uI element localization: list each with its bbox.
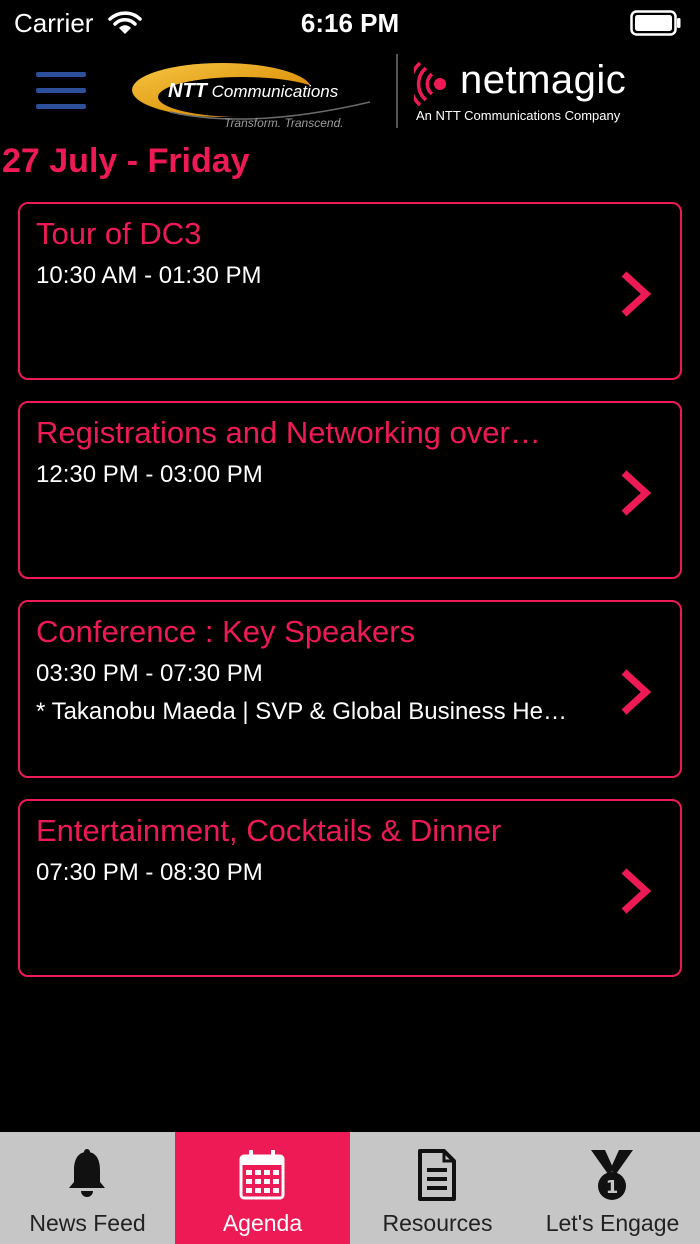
agenda-list: Tour of DC3 10:30 AM - 01:30 PM Registra…	[18, 202, 682, 998]
tab-label: News Feed	[29, 1210, 146, 1236]
netmagic-word: netmagic	[460, 58, 627, 102]
agenda-card-conference[interactable]: Conference : Key Speakers 03:30 PM - 07:…	[18, 600, 682, 778]
logo-divider	[396, 54, 398, 128]
agenda-time: 10:30 AM - 01:30 PM	[36, 262, 262, 289]
agenda-time: 03:30 PM - 07:30 PM	[36, 660, 263, 687]
bell-icon	[69, 1149, 105, 1197]
agenda-description: * Takanobu Maeda | SVP & Global Business…	[36, 698, 567, 725]
battery-icon	[630, 10, 681, 36]
document-icon	[418, 1149, 456, 1201]
chevron-right-icon	[621, 470, 652, 516]
agenda-card-registrations[interactable]: Registrations and Networking over… 12:30…	[18, 401, 682, 579]
svg-text:1: 1	[606, 1177, 619, 1198]
ntt-tagline: Transform. Transcend.	[224, 116, 344, 130]
netmagic-subtitle: An NTT Communications Company	[416, 108, 621, 123]
agenda-time: 07:30 PM - 08:30 PM	[36, 859, 263, 886]
tab-label: Let's Engage	[545, 1210, 680, 1236]
chevron-right-icon	[621, 868, 652, 914]
tab-agenda[interactable]: Agenda	[175, 1132, 350, 1244]
bottom-tab-bar: News Feed Agenda Resources 1 Let's Engag…	[0, 1132, 700, 1244]
agenda-screen: Carrier 6:16 PM NTT Communications Trans…	[0, 0, 700, 1244]
date-heading: 27 July - Friday	[2, 142, 250, 180]
netmagic-signal-icon	[414, 61, 446, 106]
tab-news-feed[interactable]: News Feed	[0, 1132, 175, 1244]
tab-lets-engage[interactable]: 1 Let's Engage	[525, 1132, 700, 1244]
medal-icon: 1	[591, 1150, 633, 1200]
tab-resources[interactable]: Resources	[350, 1132, 525, 1244]
agenda-title: Conference : Key Speakers	[36, 614, 416, 649]
agenda-title: Registrations and Networking over…	[36, 415, 541, 450]
tab-label: Resources	[382, 1210, 493, 1236]
status-bar: Carrier 6:16 PM	[0, 0, 700, 46]
ntt-brand-text: NTT Communications	[168, 80, 338, 103]
agenda-time: 12:30 PM - 03:00 PM	[36, 461, 263, 488]
ntt-brand: NTT	[168, 80, 207, 102]
netmagic-logo: netmagic An NTT Communications Company	[414, 58, 684, 128]
app-header: NTT Communications Transform. Transcend.…	[0, 50, 700, 134]
agenda-title: Entertainment, Cocktails & Dinner	[36, 813, 502, 848]
chevron-right-icon	[621, 669, 652, 715]
agenda-title: Tour of DC3	[36, 216, 202, 251]
agenda-card-tour[interactable]: Tour of DC3 10:30 AM - 01:30 PM	[18, 202, 682, 380]
chevron-right-icon	[621, 271, 652, 317]
agenda-card-entertainment[interactable]: Entertainment, Cocktails & Dinner 07:30 …	[18, 799, 682, 977]
clock-time: 6:16 PM	[300, 8, 400, 38]
tab-label: Agenda	[222, 1210, 303, 1236]
calendar-icon	[239, 1150, 285, 1200]
hamburger-menu-icon[interactable]	[36, 72, 86, 110]
ntt-word: Communications	[211, 82, 339, 101]
